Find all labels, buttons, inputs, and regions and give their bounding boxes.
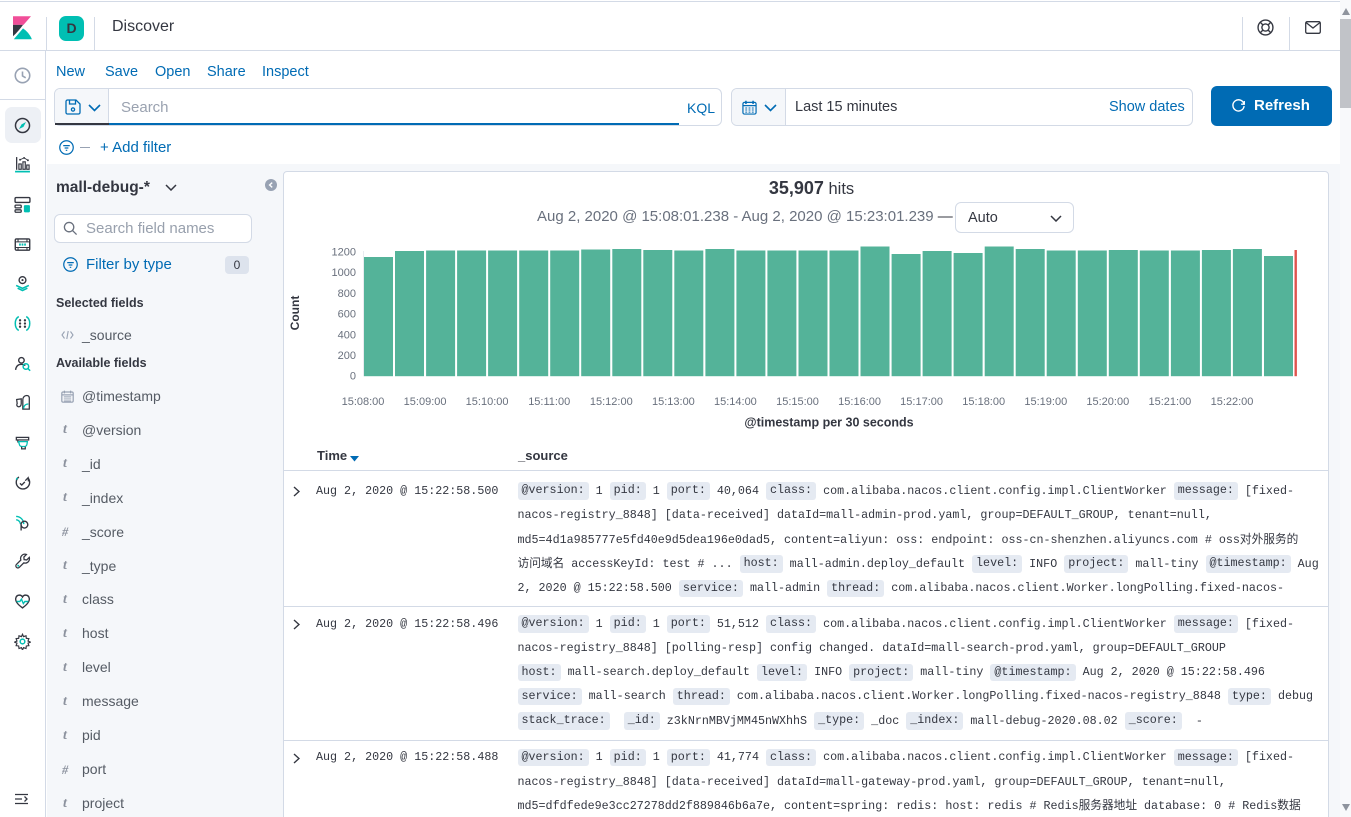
- svg-text:15:10:00: 15:10:00: [466, 396, 509, 408]
- svg-text:15:20:00: 15:20:00: [1086, 396, 1129, 408]
- svg-text:15:22:00: 15:22:00: [1211, 396, 1254, 408]
- svg-text:200: 200: [338, 350, 356, 362]
- svg-text:15:16:00: 15:16:00: [838, 396, 881, 408]
- svg-text:15:19:00: 15:19:00: [1024, 396, 1067, 408]
- svg-text:15:18:00: 15:18:00: [962, 396, 1005, 408]
- svg-text:1200: 1200: [332, 247, 356, 259]
- svg-text:15:17:00: 15:17:00: [900, 396, 943, 408]
- svg-text:15:08:00: 15:08:00: [342, 396, 385, 408]
- svg-text:0: 0: [350, 371, 356, 383]
- svg-text:1000: 1000: [332, 267, 356, 279]
- svg-text:400: 400: [338, 329, 356, 341]
- svg-text:15:11:00: 15:11:00: [528, 396, 570, 408]
- svg-text:15:12:00: 15:12:00: [590, 396, 633, 408]
- svg-text:15:14:00: 15:14:00: [714, 396, 757, 408]
- svg-text:15:21:00: 15:21:00: [1148, 396, 1191, 408]
- svg-text:600: 600: [338, 309, 356, 321]
- svg-text:800: 800: [338, 288, 356, 300]
- svg-text:Count: Count: [288, 296, 302, 331]
- svg-text:15:13:00: 15:13:00: [652, 396, 695, 408]
- svg-text:15:09:00: 15:09:00: [404, 396, 447, 408]
- svg-text:15:15:00: 15:15:00: [776, 396, 819, 408]
- svg-text:@timestamp per 30 seconds: @timestamp per 30 seconds: [744, 416, 913, 430]
